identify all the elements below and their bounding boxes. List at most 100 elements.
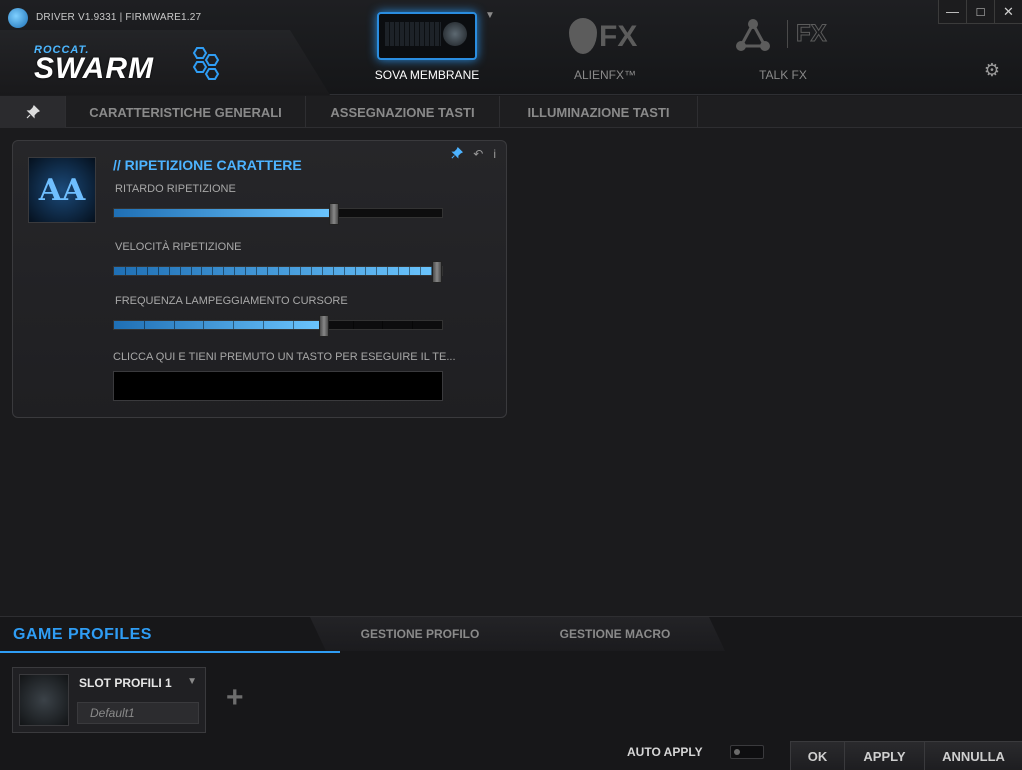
header: DRIVER V1.9331 | FIRMWARE1.27 ROCCAT. SW… bbox=[0, 0, 1022, 95]
game-profiles-tabs: GAME PROFILES GESTIONE PROFILO GESTIONE … bbox=[0, 617, 1022, 653]
slider-tick bbox=[212, 267, 213, 275]
slider-tick bbox=[278, 267, 279, 275]
slider-tick bbox=[125, 267, 126, 275]
slider-tick bbox=[245, 267, 246, 275]
slider-tick bbox=[376, 267, 377, 275]
app-window: DRIVER V1.9331 | FIRMWARE1.27 ROCCAT. SW… bbox=[0, 0, 1022, 770]
character-repeat-panel: AA // RIPETIZIONE CARATTERE ↶ i RITARDO … bbox=[12, 140, 507, 418]
auto-apply-label: AUTO APPLY bbox=[627, 745, 703, 759]
slider-tick bbox=[174, 321, 175, 329]
slider-tick bbox=[201, 267, 202, 275]
brand-logo: ROCCAT. SWARM bbox=[34, 44, 154, 85]
repeat-rate-label: VELOCITÀ RIPETIZIONE bbox=[115, 241, 242, 253]
profile-skull-icon bbox=[19, 674, 69, 726]
info-icon[interactable]: i bbox=[493, 147, 496, 162]
device-label: TALK FX bbox=[759, 68, 807, 82]
apply-button[interactable]: APPLY bbox=[844, 741, 924, 770]
device-label: ALIENFX™ bbox=[573, 68, 636, 82]
slider-tick bbox=[223, 267, 224, 275]
close-button[interactable]: ✕ bbox=[994, 0, 1022, 24]
profile-slot[interactable]: SLOT PROFILI 1 ▼ Default1 bbox=[12, 667, 206, 733]
profile-slot-name: SLOT PROFILI 1 bbox=[79, 676, 172, 690]
slider-thumb[interactable] bbox=[319, 315, 329, 337]
slider-tick bbox=[311, 267, 312, 275]
slider-tick bbox=[420, 267, 421, 275]
profile-name-field[interactable]: Default1 bbox=[77, 702, 199, 724]
cancel-button[interactable]: ANNULLA bbox=[924, 741, 1022, 770]
pin-icon bbox=[26, 105, 40, 119]
slider-tick bbox=[333, 267, 334, 275]
tab-macro-management[interactable]: GESTIONE MACRO bbox=[505, 617, 725, 651]
slider-tick bbox=[180, 267, 181, 275]
slider-thumb[interactable] bbox=[432, 261, 442, 283]
slider-tick bbox=[289, 267, 290, 275]
game-profiles-section: GAME PROFILES GESTIONE PROFILO GESTIONE … bbox=[0, 616, 1022, 770]
toggle-knob bbox=[734, 749, 740, 755]
alien-head-icon bbox=[569, 18, 597, 54]
hexagon-logo-icon bbox=[192, 47, 220, 80]
alienfx-logo-text: FX bbox=[599, 20, 638, 53]
panel-tools: ↶ i bbox=[451, 146, 496, 162]
tab-general-features[interactable]: CARATTERISTICHE GENERALI bbox=[66, 96, 306, 128]
panel-title: // RIPETIZIONE CARATTERE bbox=[113, 157, 302, 173]
brand-big-text: SWARM bbox=[34, 52, 154, 85]
undo-icon[interactable]: ↶ bbox=[473, 147, 483, 162]
device-sova-membrane[interactable]: SOVA MEMBRANE bbox=[367, 12, 487, 92]
game-profiles-active-underline bbox=[0, 651, 340, 653]
slider-tick bbox=[169, 267, 170, 275]
pin-icon[interactable] bbox=[451, 146, 464, 162]
device-dropdown-caret-icon[interactable]: ▼ bbox=[485, 10, 495, 21]
minimize-button[interactable]: — bbox=[938, 0, 966, 24]
slider-tick bbox=[136, 267, 137, 275]
main-tabs: CARATTERISTICHE GENERALI ASSEGNAZIONE TA… bbox=[0, 96, 1022, 128]
test-key-input[interactable] bbox=[113, 371, 443, 401]
gear-icon[interactable]: ⚙ bbox=[984, 60, 1000, 81]
maximize-button[interactable]: □ bbox=[966, 0, 994, 24]
keyboard-device-icon bbox=[377, 12, 477, 60]
driver-version: DRIVER V1.9331 | FIRMWARE1.27 bbox=[36, 12, 202, 23]
slider-tick bbox=[322, 267, 323, 275]
slider-thumb[interactable] bbox=[329, 203, 339, 225]
slider-tick bbox=[300, 267, 301, 275]
cursor-blink-label: FREQUENZA LAMPEGGIAMENTO CURSORE bbox=[115, 295, 348, 307]
keyboard-keys bbox=[385, 22, 441, 46]
repeat-rate-slider[interactable] bbox=[113, 261, 443, 283]
cursor-blink-slider[interactable] bbox=[113, 315, 443, 337]
slider-tick bbox=[191, 267, 192, 275]
tab-pin[interactable] bbox=[0, 96, 66, 128]
slider-tick bbox=[412, 321, 413, 329]
slider-tick bbox=[144, 321, 145, 329]
slider-tick bbox=[256, 267, 257, 275]
slider-tick bbox=[263, 321, 264, 329]
slider-tick bbox=[382, 321, 383, 329]
add-profile-button[interactable]: + bbox=[226, 683, 244, 713]
slider-tick bbox=[147, 267, 148, 275]
tab-profile-management[interactable]: GESTIONE PROFILO bbox=[310, 617, 530, 651]
device-label: SOVA MEMBRANE bbox=[374, 68, 480, 82]
slider-tick bbox=[344, 267, 345, 275]
talkfx-logo-text: FX bbox=[787, 20, 827, 48]
chevron-down-icon[interactable]: ▼ bbox=[187, 676, 197, 687]
slider-tick bbox=[409, 267, 410, 275]
ok-button[interactable]: OK bbox=[790, 741, 844, 770]
tab-key-assignment[interactable]: ASSEGNAZIONE TASTI bbox=[306, 96, 500, 128]
slider-tick bbox=[293, 321, 294, 329]
slider-tick bbox=[365, 267, 366, 275]
roccat-skull-icon bbox=[443, 22, 467, 46]
device-talkfx[interactable]: FX TALK FX bbox=[723, 12, 843, 92]
repeat-delay-label: RITARDO RIPETIZIONE bbox=[115, 183, 236, 195]
window-controls: — □ ✕ bbox=[938, 0, 1022, 24]
slider-tick bbox=[398, 267, 399, 275]
slider-tick bbox=[203, 321, 204, 329]
device-alienfx[interactable]: FX ALIENFX™ bbox=[545, 12, 665, 92]
slider-tick bbox=[355, 267, 356, 275]
tab-key-illumination[interactable]: ILLUMINAZIONE TASTI bbox=[500, 96, 698, 128]
auto-apply-toggle[interactable] bbox=[730, 745, 764, 759]
slider-tick bbox=[387, 267, 388, 275]
character-repeat-icon: AA bbox=[28, 157, 96, 223]
game-profiles-title[interactable]: GAME PROFILES bbox=[13, 626, 152, 644]
slider-tick bbox=[353, 321, 354, 329]
repeat-delay-slider[interactable] bbox=[113, 203, 443, 225]
slider-tick bbox=[158, 267, 159, 275]
test-field-label: CLICCA QUI E TIENI PREMUTO UN TASTO PER … bbox=[113, 351, 456, 363]
